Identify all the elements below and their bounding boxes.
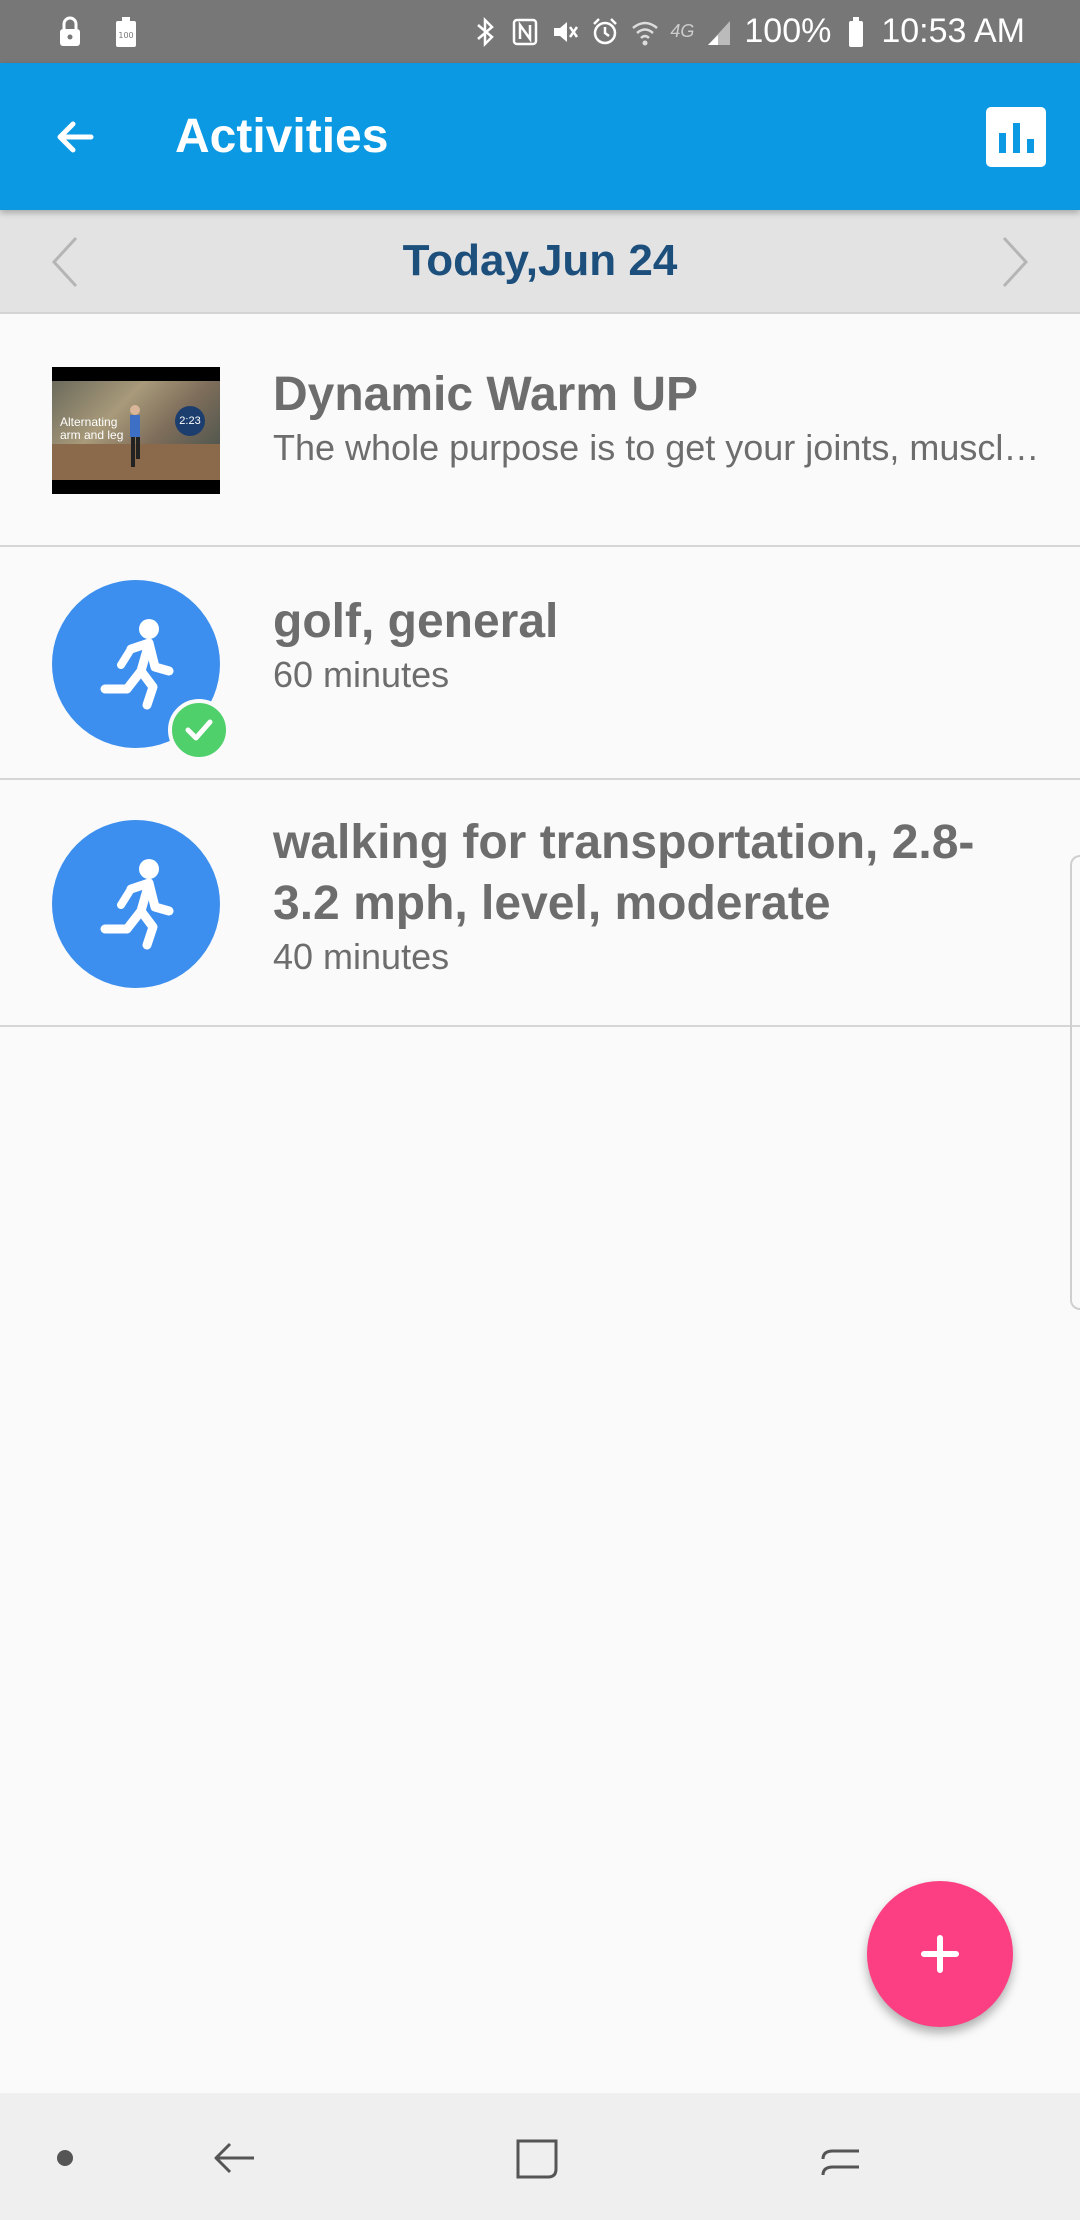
alarm-icon [590,15,620,49]
chevron-right-icon [1002,236,1029,288]
recents-icon [821,2149,859,2176]
bluetooth-icon [470,15,500,49]
mute-icon [550,15,580,49]
plus-icon [921,1935,959,1973]
battery-percent: 100% [744,12,832,50]
page-title: Activities [175,110,389,163]
activity-title: walking for transportation, 2.8-3.2 mph,… [273,816,975,930]
status-bar: 100 4G 100% 10:53 AM [0,0,1080,63]
next-day-button[interactable] [990,236,1040,288]
bar-chart-icon [998,132,1006,153]
video-thumbnail[interactable]: Alternating arm and leg 2:23 [52,367,220,494]
arrow-left-icon [57,121,94,152]
signal-icon [704,15,734,49]
app-bar: Activities [0,63,1080,210]
date-label: Today,Jun 24 [402,236,678,285]
activity-duration: 40 minutes [273,936,450,977]
running-person-icon [100,619,174,710]
home-icon [516,2139,558,2179]
nav-dot-button[interactable] [30,2123,100,2193]
person-figure [130,405,140,467]
lock-icon [55,15,85,49]
activity-duration: 60 minutes [273,654,450,695]
nav-back-button[interactable] [200,2123,270,2193]
video-duration: 2:23 [175,406,205,436]
side-panel-handle[interactable] [1070,855,1080,1310]
system-nav-bar [0,2093,1080,2220]
dot-icon [57,2150,73,2166]
back-icon [214,2142,254,2174]
battery-icon [841,15,871,49]
nav-home-button[interactable] [502,2123,572,2193]
battery-saver-icon: 100 [111,15,141,49]
clock: 10:53 AM [881,12,1025,50]
lte-icon: 4G [670,21,695,41]
back-button[interactable] [45,107,105,167]
svg-text:100: 100 [118,31,133,40]
previous-day-button[interactable] [40,236,90,288]
activity-list: Alternating arm and leg 2:23 Dynamic War… [0,314,1080,1027]
activity-item[interactable]: golf, general 60 minutes [0,547,1080,780]
completed-check-icon [168,699,230,761]
activity-item[interactable]: walking for transportation, 2.8-3.2 mph,… [0,780,1080,1027]
date-navigator: Today,Jun 24 [0,210,1080,314]
activity-title: Dynamic Warm UP [273,368,699,421]
nav-recents-button[interactable] [805,2123,875,2193]
thumbnail-caption: Alternating arm and leg [60,415,124,442]
chevron-left-icon [51,236,78,288]
activity-title: golf, general [273,595,559,648]
nfc-icon [510,15,540,49]
stats-button[interactable] [986,106,1046,167]
activity-avatar [52,820,220,988]
wifi-icon [630,15,660,49]
activity-item[interactable]: Alternating arm and leg 2:23 Dynamic War… [0,314,1080,547]
running-person-icon [100,859,174,950]
add-activity-button[interactable] [867,1881,1013,2027]
activity-subtitle: The whole purpose is to get your joints,… [273,427,1050,468]
